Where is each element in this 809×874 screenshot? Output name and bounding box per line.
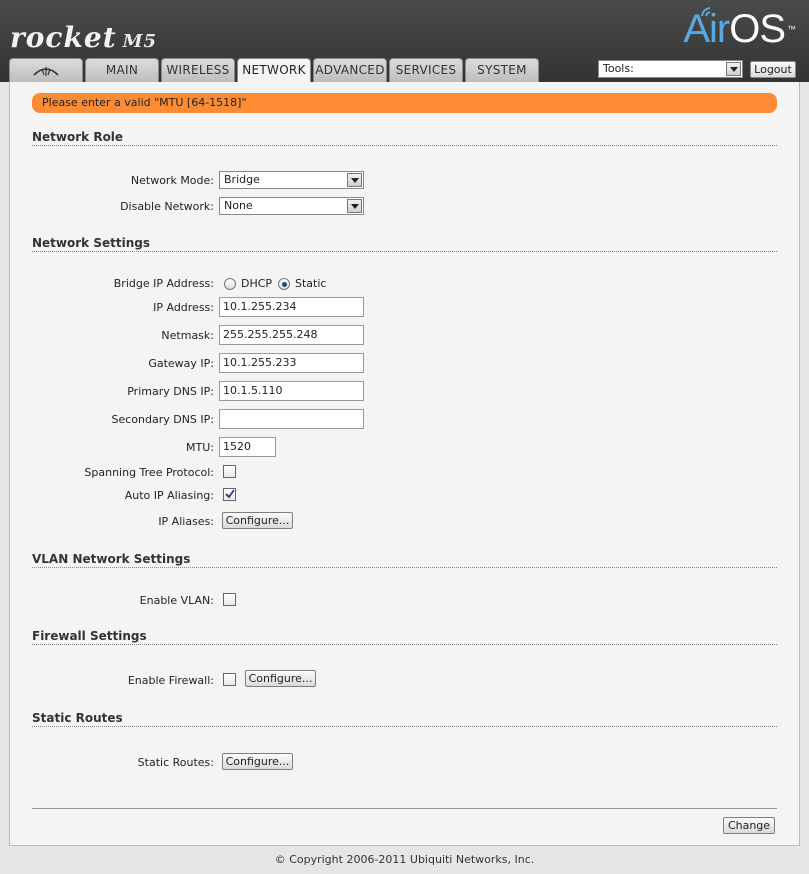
- chevron-down-icon: [726, 62, 741, 76]
- network-mode-select[interactable]: Bridge: [219, 171, 364, 189]
- primary-dns-input[interactable]: 10.1.5.110: [219, 381, 364, 401]
- network-mode-value: Bridge: [224, 173, 260, 186]
- mtu-label: MTU:: [186, 441, 214, 454]
- checkmark-icon: [225, 489, 235, 499]
- dhcp-radio[interactable]: [224, 278, 236, 290]
- primary-dns-label: Primary DNS IP:: [127, 385, 214, 398]
- airos-os: OS: [729, 7, 786, 51]
- section-network-settings: Network Settings: [32, 236, 777, 252]
- enable-vlan-label: Enable VLAN:: [139, 594, 214, 607]
- ip-address-label: IP Address:: [153, 301, 214, 314]
- disable-network-label: Disable Network:: [120, 200, 214, 213]
- stp-label: Spanning Tree Protocol:: [84, 466, 214, 479]
- ip-aliases-configure-button[interactable]: Configure...: [222, 512, 293, 529]
- airos-logo: AirOS ™: [683, 6, 796, 52]
- tab-advanced[interactable]: ADVANCED: [313, 58, 387, 82]
- model-name: M5: [122, 31, 158, 52]
- secondary-dns-label: Secondary DNS IP:: [111, 413, 214, 426]
- tab-services[interactable]: SERVICES: [389, 58, 463, 82]
- network-mode-label: Network Mode:: [130, 174, 214, 187]
- tab-system[interactable]: SYSTEM: [465, 58, 539, 82]
- disable-network-select[interactable]: None: [219, 197, 364, 215]
- logout-button[interactable]: Logout: [750, 61, 796, 78]
- product-logo: rocket M5: [10, 20, 157, 60]
- firewall-configure-button[interactable]: Configure...: [245, 670, 316, 687]
- gateway-ip-input[interactable]: 10.1.255.233: [219, 353, 364, 373]
- brand-name: rocket: [10, 21, 117, 54]
- chevron-down-icon: [347, 173, 362, 187]
- dhcp-radio-label: DHCP: [241, 277, 273, 290]
- section-firewall: Firewall Settings: [32, 629, 777, 645]
- divider: [32, 808, 777, 809]
- tab-ubiquiti-logo[interactable]: [9, 58, 83, 82]
- section-static-routes: Static Routes: [32, 711, 777, 727]
- static-routes-label: Static Routes:: [137, 756, 214, 769]
- copyright-footer: © Copyright 2006-2011 Ubiquiti Networks,…: [274, 853, 535, 866]
- change-button[interactable]: Change: [723, 817, 775, 834]
- gateway-ip-label: Gateway IP:: [148, 357, 214, 370]
- content-panel: Please enter a valid "MTU [64-1518]" Net…: [9, 82, 800, 846]
- static-routes-configure-button[interactable]: Configure...: [222, 753, 293, 770]
- enable-firewall-checkbox[interactable]: [223, 673, 236, 686]
- section-vlan: VLAN Network Settings: [32, 552, 777, 568]
- stp-checkbox[interactable]: [223, 465, 236, 478]
- netmask-input[interactable]: 255.255.255.248: [219, 325, 364, 345]
- chevron-down-icon: [347, 199, 362, 213]
- auto-ip-label: Auto IP Aliasing:: [124, 489, 214, 502]
- tools-select-value: Tools:: [603, 62, 634, 75]
- tab-main[interactable]: MAIN: [85, 58, 159, 82]
- bridge-ip-label: Bridge IP Address:: [113, 277, 214, 290]
- static-radio[interactable]: [278, 278, 290, 290]
- ip-address-input[interactable]: 10.1.255.234: [219, 297, 364, 317]
- enable-vlan-checkbox[interactable]: [223, 593, 236, 606]
- trademark: ™: [787, 24, 796, 34]
- auto-ip-checkbox[interactable]: [223, 488, 236, 501]
- error-alert: Please enter a valid "MTU [64-1518]": [32, 93, 777, 113]
- header: rocket M5 AirOS ™ MAIN WIRELESS NETWORK AD…: [0, 0, 809, 83]
- tab-network[interactable]: NETWORK: [237, 58, 311, 83]
- main-tabs: MAIN WIRELESS NETWORK ADVANCED SERVICES …: [9, 58, 539, 83]
- tab-wireless[interactable]: WIRELESS: [161, 58, 235, 82]
- secondary-dns-input[interactable]: [219, 409, 364, 429]
- disable-network-value: None: [224, 199, 253, 212]
- static-radio-label: Static: [295, 277, 327, 290]
- ip-aliases-label: IP Aliases:: [158, 515, 214, 528]
- airos-air: Air: [683, 7, 730, 51]
- section-network-role: Network Role: [32, 130, 777, 146]
- mtu-input[interactable]: 1520: [219, 437, 276, 457]
- tools-select[interactable]: Tools:: [598, 60, 743, 78]
- netmask-label: Netmask:: [161, 329, 214, 342]
- ubiquiti-logo-icon: [33, 66, 59, 76]
- enable-firewall-label: Enable Firewall:: [127, 674, 214, 687]
